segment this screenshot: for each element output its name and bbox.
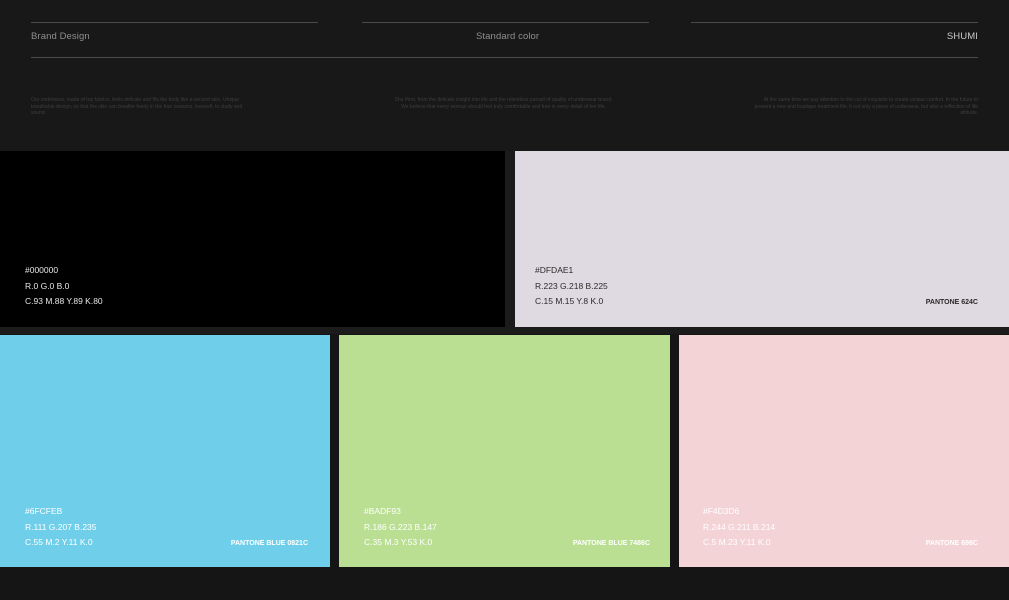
swatch-pink-rgb: R.244 G.211 B.214 [703,521,776,532]
swatch-black-cmyk: C.93 M.88 Y.89 K.80 [25,296,103,306]
shumi-logo-text: SHUMI [946,31,978,42]
swatch-lavender-rgb: R.223 G.218 B.225 [535,280,608,291]
swatch-green-cmyk: C.35 M.3 Y.53 K.0 [364,537,433,547]
swatch-blue-pantone: PANTONE BLUE 0821C [230,540,308,547]
swatch-blue: #6FCFEB R.111 G.207 B.235 C.55 M.2 Y.11 … [0,335,330,567]
swatch-lavender-values: #DFDAE1 R.223 G.218 B.225 C.15 M.15 Y.8 … [535,263,608,310]
brand-color-page: Brand Design Standard color SHUMI Our un… [0,0,1009,600]
header-band: Brand Design Standard color SHUMI Our un… [0,0,1009,151]
blurb-center: Shu Pind, from the delicate insight into… [394,97,613,110]
swatch-blue-values: #6FCFEB R.111 G.207 B.235 C.55 M.2 Y.11 … [25,504,97,551]
swatch-lavender-hex: #DFDAE1 [535,265,574,275]
blurb-right: At the same time we pay attention to the… [754,97,978,116]
swatch-black-hex: #000000 [25,265,59,275]
swatch-lavender-cmyk: C.15 M.15 Y.8 K.0 [535,296,604,306]
swatch-blue-rgb: R.111 G.207 B.235 [25,521,97,532]
top-rule-left [31,22,318,23]
swatch-pink: #F4D3D6 R.244 G.211 B.214 C.5 M.23 Y.11 … [679,335,1009,567]
swatch-black-values: #000000 R.0 G.0 B.0 C.93 M.88 Y.89 K.80 [25,263,103,310]
swatch-green-pantone: PANTONE BLUE 7486C [572,540,650,547]
brand-design-label: Brand Design [31,31,90,42]
swatch-green-hex: #BADF93 [364,506,401,516]
swatch-lavender-pantone: PANTONE 624C [925,299,978,306]
top-rule-center [362,22,649,23]
swatch-pink-pantone: PANTONE 698C [925,540,978,547]
column-gutter [505,151,515,327]
swatch-green: #BADF93 R.186 G.223 B.147 C.35 M.3 Y.53 … [339,335,670,567]
swatch-green-rgb: R.186 G.223 B.147 [364,521,437,532]
blurb-left: Our underwear, made of top fabrics, feel… [31,97,243,116]
swatch-green-values: #BADF93 R.186 G.223 B.147 C.35 M.3 Y.53 … [364,504,437,551]
header-divider [31,57,978,58]
swatch-pink-values: #F4D3D6 R.244 G.211 B.214 C.5 M.23 Y.11 … [703,504,775,551]
swatch-blue-hex: #6FCFEB [25,506,63,516]
swatch-black: #000000 R.0 G.0 B.0 C.93 M.88 Y.89 K.80 [0,151,505,327]
swatch-lavender: #DFDAE1 R.223 G.218 B.225 C.15 M.15 Y.8 … [515,151,1009,327]
footer-band [0,567,1009,600]
top-rule-right [691,22,978,23]
row-gutter [0,327,1009,334]
swatch-black-rgb: R.0 G.0 B.0 [25,280,70,291]
swatch-pink-cmyk: C.5 M.23 Y.11 K.0 [703,537,771,547]
swatch-pink-hex: #F4D3D6 [703,506,740,516]
standard-color-label: Standard color [476,31,540,42]
swatch-blue-cmyk: C.55 M.2 Y.11 K.0 [25,537,93,547]
